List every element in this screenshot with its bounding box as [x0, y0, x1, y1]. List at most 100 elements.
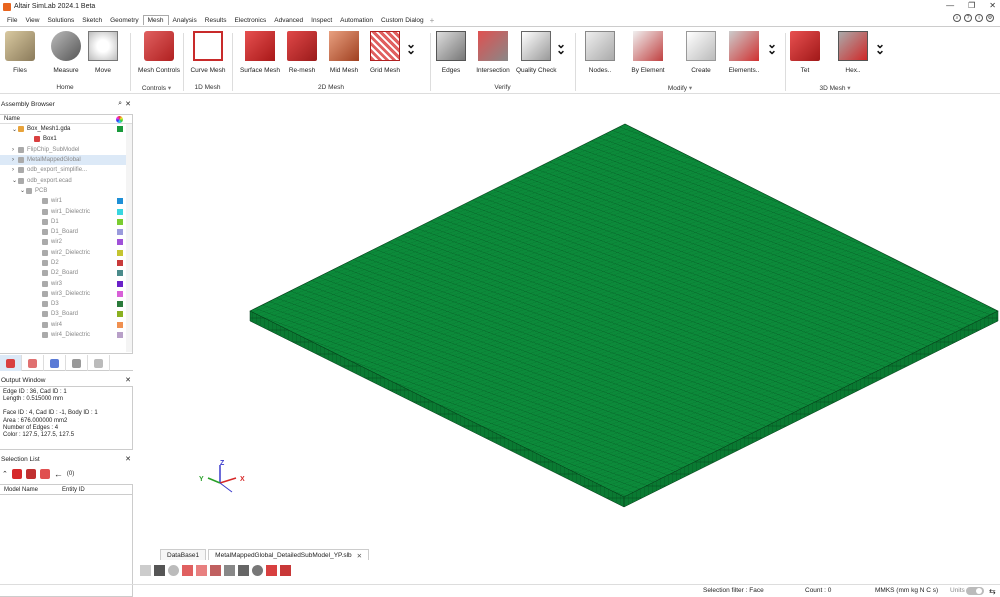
select-face-icon[interactable] — [25, 469, 36, 479]
back-arrow-icon[interactable]: ← — [54, 469, 63, 479]
zoom-icon[interactable] — [168, 565, 179, 576]
color-swatch[interactable] — [117, 311, 123, 318]
cube-view-icon[interactable] — [224, 565, 235, 576]
tree-item[interactable]: D1_Board — [0, 227, 132, 237]
document-tab[interactable]: MetalMappedGlobal_DetailedSubModel_YP.sl… — [208, 549, 370, 560]
rotate-icon[interactable] — [210, 565, 221, 576]
tree-item[interactable]: D3 — [0, 299, 132, 309]
tree-item[interactable]: wir1_Dielectric — [0, 206, 132, 216]
menu-item-inspect[interactable]: Inspect — [307, 16, 336, 25]
color-swatch[interactable] — [117, 321, 123, 328]
expand-more-icon[interactable]: ⌄ ⌄ — [875, 38, 885, 56]
tab-materials[interactable] — [66, 355, 88, 371]
search-icon[interactable]: ⌕ — [118, 100, 122, 108]
minimize-button[interactable]: — — [946, 1, 954, 10]
tree-item[interactable]: D2 — [0, 258, 132, 268]
restore-button[interactable]: ❐ — [968, 1, 975, 10]
menu-item-mesh[interactable]: Mesh — [142, 15, 169, 25]
color-swatch[interactable] — [117, 239, 123, 246]
expand-more-icon[interactable]: ⌄ ⌄ — [406, 38, 416, 56]
expand-more-icon[interactable]: ⌄ ⌄ — [556, 38, 566, 56]
tool-mid-mesh-button[interactable]: Mid Mesh — [327, 31, 361, 74]
tree-item[interactable]: wir1 — [0, 196, 132, 206]
tree-item[interactable]: wir3_Dielectric — [0, 289, 132, 299]
tree-item[interactable]: D2_Board — [0, 268, 132, 278]
settings-icon[interactable]: ⚙ — [986, 14, 994, 22]
color-swatch[interactable] — [117, 218, 123, 225]
tab-assembly[interactable] — [0, 355, 22, 371]
color-swatch[interactable] — [117, 126, 123, 133]
graphics-viewport[interactable]: Z X Y — [137, 95, 1000, 547]
render-icon[interactable] — [238, 565, 249, 576]
tool-quality-check-button[interactable]: Quality Check — [516, 31, 556, 74]
tree-item[interactable]: wir2_Dielectric — [0, 248, 132, 258]
color-swatch[interactable] — [117, 260, 123, 266]
color-wheel-icon[interactable] — [116, 115, 123, 123]
dropdown-arrow-icon[interactable]: ▾ — [687, 85, 692, 92]
color-swatch[interactable] — [117, 270, 123, 277]
tree-item[interactable]: ⌄ odb_export.ecad — [0, 175, 132, 185]
menu-item-advanced[interactable]: Advanced — [270, 16, 307, 25]
tool-edges-button[interactable]: Edges — [436, 31, 466, 74]
menu-item-results[interactable]: Results — [201, 16, 231, 25]
close-window-button[interactable]: ✕ — [989, 1, 996, 10]
color-swatch[interactable] — [117, 290, 123, 297]
add-tab-icon[interactable]: + — [430, 16, 435, 25]
tool-nodes-button[interactable]: Nodes.. — [585, 31, 615, 74]
tree-item[interactable]: wir2 — [0, 237, 132, 247]
menu-item-solutions[interactable]: Solutions — [43, 16, 78, 25]
select-body-icon[interactable] — [11, 469, 22, 479]
swap-arrows-icon[interactable]: ⇆ — [989, 587, 996, 596]
ribbon-group-label[interactable]: Controls ▾ — [130, 84, 183, 92]
menu-item-automation[interactable]: Automation — [336, 16, 377, 25]
menu-item-geometry[interactable]: Geometry — [106, 16, 143, 25]
axes-icon[interactable] — [140, 565, 151, 576]
tree-item[interactable]: wir4_Dielectric — [0, 330, 132, 340]
tree-item[interactable]: wir4 — [0, 320, 132, 330]
tree-item[interactable]: D1 — [0, 217, 132, 227]
close-icon[interactable]: ✕ — [125, 455, 131, 463]
tool-grid-mesh-button[interactable]: Grid Mesh — [367, 31, 403, 74]
color-swatch[interactable] — [117, 280, 123, 287]
tool-surface-mesh-button[interactable]: Surface Mesh — [238, 31, 282, 74]
tool-tet-button[interactable]: Tet — [790, 31, 820, 74]
tool-elements-button[interactable]: Elements.. — [726, 31, 762, 74]
menu-item-custom-dialog[interactable]: Custom Dialog — [377, 16, 428, 25]
color-swatch[interactable] — [117, 332, 123, 339]
menu-item-electronics[interactable]: Electronics — [230, 16, 270, 25]
menu-item-view[interactable]: View — [21, 16, 43, 25]
tree-item[interactable]: D3_Board — [0, 309, 132, 319]
tool-move-button[interactable]: Move — [88, 31, 118, 74]
tool-hex-button[interactable]: Hex.. — [838, 31, 868, 74]
tree-item[interactable]: ⌄ Box_Mesh1.gda — [0, 124, 132, 134]
dropdown-arrow-icon[interactable]: ▾ — [845, 85, 850, 92]
visibility-icon[interactable] — [252, 565, 263, 576]
tool-mesh-controls-button[interactable]: Mesh Controls — [137, 31, 181, 74]
select-filter-icon[interactable] — [39, 469, 50, 479]
tool-re-mesh-button[interactable]: Re-mesh — [285, 31, 319, 74]
tool-intersection-button[interactable]: Intersection — [476, 31, 510, 74]
units-toggle[interactable] — [966, 587, 984, 595]
tree-item[interactable]: › MetalMappedGlobal — [0, 154, 132, 166]
color-swatch[interactable] — [117, 208, 123, 215]
ribbon-group-label[interactable]: Modify ▾ — [575, 84, 785, 92]
tab-groups[interactable] — [44, 355, 66, 371]
fit-view-icon[interactable] — [182, 565, 193, 576]
color-swatch[interactable] — [117, 301, 123, 308]
help-icon[interactable]: ? — [964, 14, 972, 22]
color-swatch[interactable] — [117, 229, 123, 236]
tool-curve-mesh-button[interactable]: Curve Mesh — [189, 31, 227, 74]
tab-more[interactable] — [88, 355, 110, 371]
collapse-icon[interactable]: ⌃ — [2, 470, 8, 478]
camera-icon[interactable] — [154, 565, 165, 576]
tree-item[interactable]: Box1 — [0, 134, 132, 144]
tab-properties[interactable] — [22, 355, 44, 371]
ribbon-group-label[interactable]: 3D Mesh ▾ — [785, 84, 885, 92]
tree-item[interactable]: wir3 — [0, 278, 132, 288]
tree-item[interactable]: › odb_export_simplifie... — [0, 165, 132, 175]
search-icon[interactable]: ⌕ — [953, 14, 961, 22]
tree-item[interactable]: › FlipChip_SubModel — [0, 145, 132, 155]
mesh-plate-top[interactable] — [249, 123, 999, 498]
close-tab-icon[interactable]: ✕ — [357, 552, 362, 560]
menu-item-file[interactable]: File — [3, 16, 21, 25]
